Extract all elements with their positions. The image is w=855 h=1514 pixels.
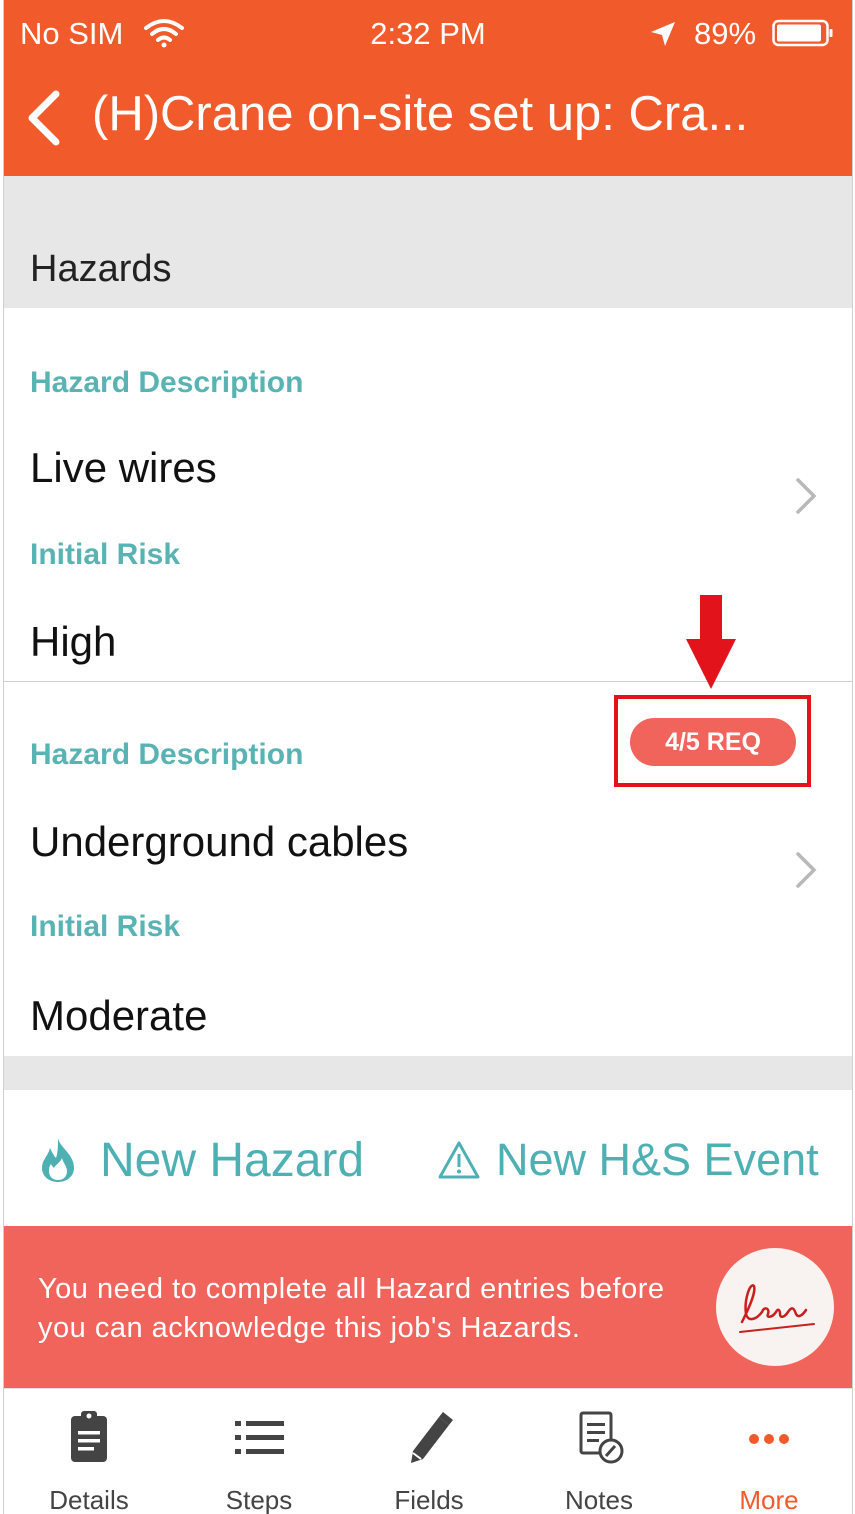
battery-percent: 89% [694,16,757,51]
page-title: (H)Crane on-site set up: Cra... [92,87,749,141]
acknowledge-warning-banner: You need to complete all Hazard entries … [4,1226,852,1388]
annotation-arrow-icon [686,595,736,689]
banner-message: You need to complete all Hazard entries … [38,1273,665,1344]
section-title: Hazards [30,248,172,290]
chevron-right-icon [796,852,817,888]
chevron-right-icon [796,478,817,514]
pencil-icon [411,1412,453,1463]
section-spacer [4,1056,852,1090]
hazard-description-value: Live wires [30,444,217,491]
sign-acknowledge-button[interactable] [716,1248,834,1366]
clipboard-icon [71,1411,107,1462]
tab-bar: Details Steps Fields Notes More [4,1388,852,1514]
back-chevron-icon[interactable] [22,88,66,148]
new-hazard-button[interactable]: New Hazard [38,1130,364,1190]
list-icon [235,1421,284,1454]
hazard-description-label: Hazard Description [30,738,304,771]
warning-triangle-icon [438,1141,480,1179]
more-icon [749,1434,789,1444]
new-hs-event-button[interactable]: New H&S Event [438,1130,819,1190]
tab-label: Notes [565,1485,633,1514]
tab-label: Details [49,1485,129,1514]
tab-fields[interactable]: Fields [344,1389,514,1514]
tab-label: More [739,1485,799,1514]
tab-label: Fields [394,1485,464,1514]
tab-steps[interactable]: Steps [174,1389,344,1514]
initial-risk-label: Initial Risk [30,538,181,571]
battery-icon [772,19,833,47]
tab-details[interactable]: Details [4,1389,174,1514]
initial-risk-value: High [30,618,117,665]
initial-risk-label: Initial Risk [30,910,181,943]
notes-icon [579,1411,624,1464]
signature-icon [739,1284,815,1333]
tab-more[interactable]: More [684,1389,852,1514]
new-hazard-label: New Hazard [100,1133,365,1187]
app-screen: No SIM 2:32 PM 89% (H)Crane on-site set … [3,0,853,1514]
new-hs-event-label: New H&S Event [496,1134,819,1185]
tab-notes[interactable]: Notes [514,1389,684,1514]
section-header: Hazards [4,176,852,308]
location-arrow-icon [651,22,675,46]
tab-label: Steps [225,1485,293,1514]
annotation-highlight-box [614,695,811,787]
action-bar: New Hazard New H&S Event [4,1090,852,1226]
nav-bar: (H)Crane on-site set up: Cra... [4,66,852,176]
status-bar: No SIM 2:32 PM 89% [4,0,852,66]
hazard-description-value: Underground cables [30,818,409,865]
hazard-description-label: Hazard Description [30,366,304,399]
initial-risk-value: Moderate [30,992,208,1039]
flame-icon [42,1138,74,1182]
